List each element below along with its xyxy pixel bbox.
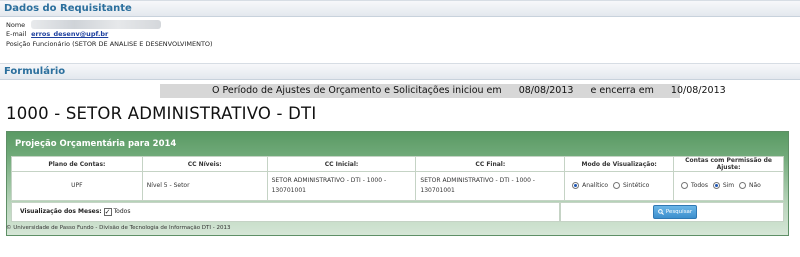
radio-nao[interactable] [739, 182, 747, 189]
radio-nao-label: Não [748, 182, 761, 189]
period-end-date: 10/08/2013 [670, 85, 726, 96]
radio-sim[interactable] [712, 182, 720, 189]
radio-sintetico-label: Sintético [622, 182, 650, 189]
search-button[interactable]: Pesquisar [653, 205, 697, 219]
position-value: (SETOR DE ANALISE E DESENVOLVIMENTO) [72, 40, 213, 48]
months-all-checkbox[interactable]: ✓ [103, 207, 112, 216]
cc-inicial-value[interactable]: SETOR ADMINISTRATIVO - DTI - 1000 - 1307… [266, 171, 417, 201]
col-contas-permissao: Contas com Permissão de Ajuste: [673, 156, 784, 172]
budget-projection-panel: Projeção Orçamentária para 2014 Plano de… [6, 131, 789, 236]
period-start-date: 08/08/2013 [518, 85, 574, 96]
name-value-redacted [31, 20, 162, 29]
email-label: E-mail [6, 30, 27, 38]
footer-copyright: © Universidade de Passo Fundo - Divisão … [6, 225, 231, 231]
email-link[interactable]: erros_desenv@upf.br [31, 30, 108, 38]
months-all-label: Todos [113, 208, 131, 215]
period-prefix: O Período de Ajustes de Orçamento e Soli… [212, 85, 502, 96]
position-row: Posição Funcionário (SETOR DE ANALISE E … [6, 40, 213, 49]
radio-analitico[interactable] [572, 182, 580, 189]
search-button-label: Pesquisar [665, 209, 693, 215]
panel-title: Projeção Orçamentária para 2014 [15, 139, 177, 149]
permission-options: Todos Sim Não [673, 171, 784, 201]
filter-table: Plano de Contas: CC Níveis: CC Inicial: … [11, 156, 784, 201]
email-row: E-mail erros_desenv@upf.br [6, 30, 108, 39]
form-section-header: Formulário [0, 63, 800, 80]
col-plano-contas: Plano de Contas: [11, 156, 143, 172]
sector-title: 1000 - SETOR ADMINISTRATIVO - DTI [6, 104, 317, 123]
cc-final-value[interactable]: SETOR ADMINISTRATIVO - DTI - 1000 - 1307… [415, 171, 566, 201]
col-cc-inicial: CC Inicial: [266, 156, 417, 172]
search-cell: Pesquisar [560, 202, 784, 222]
view-mode-options: Analítico Sintético [564, 171, 675, 201]
col-modo-visualizacao: Modo de Visualização: [564, 156, 675, 172]
radio-sintetico[interactable] [613, 182, 621, 189]
radio-todos[interactable] [681, 182, 689, 189]
radio-todos-label: Todos [691, 182, 708, 189]
radio-analitico-label: Analítico [582, 182, 609, 189]
months-cell: Visualização dos Meses: ✓ Todos [11, 202, 560, 222]
filter-value-row: UPF Nível 5 - Setor SETOR ADMINISTRATIVO… [11, 171, 784, 201]
plano-contas-value[interactable]: UPF [11, 171, 143, 201]
period-notice: O Período de Ajustes de Orçamento e Soli… [160, 84, 726, 98]
radio-sim-label: Sim [722, 182, 735, 189]
months-label: Visualização dos Meses: [20, 208, 102, 215]
position-label: Posição Funcionário [6, 40, 70, 48]
requester-section-header: Dados do Requisitante [0, 0, 800, 17]
col-cc-final: CC Final: [415, 156, 566, 172]
name-row: Nome [6, 20, 162, 30]
col-cc-niveis: CC Níveis: [141, 156, 268, 172]
name-label: Nome [6, 20, 26, 29]
filter-header-row: Plano de Contas: CC Níveis: CC Inicial: … [11, 156, 784, 172]
period-middle: e encerra em [590, 85, 654, 96]
magnifier-icon [657, 209, 664, 215]
cc-niveis-value[interactable]: Nível 5 - Setor [141, 171, 268, 201]
months-row: Visualização dos Meses: ✓ Todos Pesquisa… [11, 202, 784, 222]
